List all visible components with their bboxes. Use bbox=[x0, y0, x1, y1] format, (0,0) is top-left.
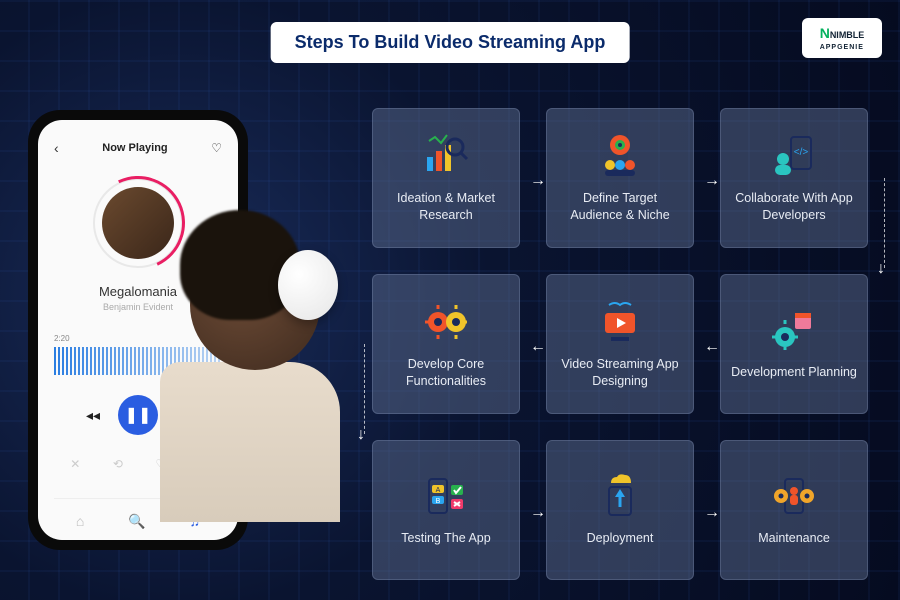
flow-connector bbox=[884, 178, 885, 268]
search-icon: 🔍 bbox=[128, 513, 145, 530]
video-design-icon bbox=[596, 298, 644, 346]
listener-illustration bbox=[160, 200, 360, 560]
step-label: Develop Core Functionalities bbox=[383, 356, 509, 391]
maintenance-icon bbox=[770, 472, 818, 520]
svg-text:</>: </> bbox=[794, 147, 809, 158]
arrow-left-icon: ← bbox=[704, 338, 720, 356]
heart-icon: ♡ bbox=[211, 141, 222, 155]
arrow-right-icon: → bbox=[704, 504, 720, 522]
developer-icon: </> bbox=[770, 132, 818, 180]
target-audience-icon bbox=[596, 132, 644, 180]
step-label: Ideation & Market Research bbox=[383, 190, 509, 225]
arrow-down-icon: ↓ bbox=[877, 260, 885, 278]
svg-text:A: A bbox=[436, 487, 441, 494]
svg-text:B: B bbox=[436, 498, 441, 505]
illustration-body bbox=[160, 362, 340, 522]
prev-icon: ◂◂ bbox=[86, 407, 100, 424]
arrow-right-icon: → bbox=[530, 504, 546, 522]
step-core: Develop Core Functionalities bbox=[372, 274, 520, 414]
planning-icon bbox=[770, 306, 818, 354]
step-testing: A B Testing The App bbox=[372, 440, 520, 580]
flow-connector bbox=[364, 344, 365, 434]
testing-icon: A B bbox=[422, 472, 470, 520]
steps-grid: Ideation & Market Research Define Target… bbox=[372, 108, 868, 580]
time-current: 2:20 bbox=[54, 334, 70, 343]
gears-icon bbox=[422, 298, 470, 346]
now-playing-label: Now Playing bbox=[102, 142, 167, 154]
back-icon: ‹ bbox=[54, 140, 59, 156]
illustration-head bbox=[190, 240, 320, 370]
chart-search-icon bbox=[422, 132, 470, 180]
logo-mark: N bbox=[820, 25, 830, 41]
step-planning: Development Planning bbox=[720, 274, 868, 414]
brand-logo: NNIMBLE APPGENIE bbox=[802, 18, 882, 58]
logo-sub: APPGENIE bbox=[820, 44, 864, 51]
logo-brand: NIMBLE bbox=[830, 30, 865, 40]
arrow-left-icon: ← bbox=[530, 338, 546, 356]
home-icon: ⌂ bbox=[76, 513, 84, 530]
repeat-icon: ⟲ bbox=[113, 457, 123, 471]
step-audience: Define Target Audience & Niche bbox=[546, 108, 694, 248]
step-label: Testing The App bbox=[401, 530, 490, 548]
step-collaborate: </> Collaborate With App Developers bbox=[720, 108, 868, 248]
step-label: Collaborate With App Developers bbox=[731, 190, 857, 225]
step-label: Maintenance bbox=[758, 530, 830, 548]
shuffle-icon: ✕ bbox=[70, 457, 80, 471]
arrow-right-icon: → bbox=[704, 172, 720, 190]
step-label: Video Streaming App Designing bbox=[557, 356, 683, 391]
step-label: Define Target Audience & Niche bbox=[557, 190, 683, 225]
step-label: Deployment bbox=[587, 530, 654, 548]
step-design: Video Streaming App Designing bbox=[546, 274, 694, 414]
step-maintenance: Maintenance bbox=[720, 440, 868, 580]
step-label: Development Planning bbox=[731, 364, 857, 382]
arrow-right-icon: → bbox=[530, 172, 546, 190]
pause-button: ❚❚ bbox=[118, 395, 158, 435]
headphones-icon bbox=[278, 250, 338, 320]
deployment-icon bbox=[596, 472, 644, 520]
arrow-down-icon: ↓ bbox=[357, 426, 365, 444]
page-title: Steps To Build Video Streaming App bbox=[271, 22, 630, 63]
step-ideation: Ideation & Market Research bbox=[372, 108, 520, 248]
step-deployment: Deployment bbox=[546, 440, 694, 580]
